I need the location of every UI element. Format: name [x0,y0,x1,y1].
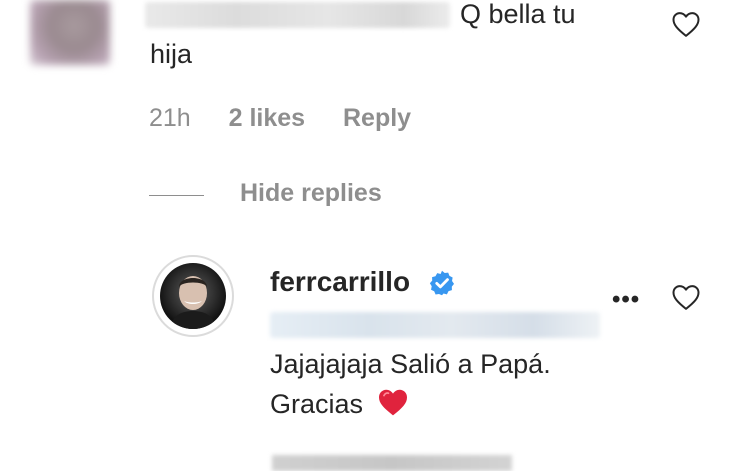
reply-meta-cutoff [272,455,512,471]
hide-replies-divider [149,195,204,196]
heart-outline-icon[interactable] [671,10,701,38]
reply-body: Jajajajaja Salió a Papá. Gracias [270,344,551,428]
more-options-icon[interactable]: ••• [612,286,640,314]
reply-text-line2: Gracias [270,384,551,428]
comment-likes-link[interactable]: 2 likes [229,104,305,132]
reply-username[interactable]: ferrcarrillo [270,266,410,298]
commenter-avatar[interactable] [30,0,110,65]
reply-avatar[interactable] [152,255,234,337]
red-heart-emoji-icon [377,387,409,428]
comment-text-line1: Q bella tu [460,0,576,29]
hide-replies-button[interactable]: Hide replies [240,179,382,208]
reply-mention-redacted[interactable] [270,312,600,338]
commenter-username-redacted[interactable] [145,2,450,28]
comment-meta: 21h 2 likes Reply [149,104,411,133]
comment-text-line2: hija [150,39,193,69]
reply-text-line1: Jajajajaja Salió a Papá. [270,349,551,379]
reply-button[interactable]: Reply [343,104,411,132]
comment-time: 21h [149,104,191,132]
verified-badge-icon [428,269,456,297]
reply-text-gracias: Gracias [270,389,364,419]
heart-outline-icon[interactable] [671,283,701,311]
